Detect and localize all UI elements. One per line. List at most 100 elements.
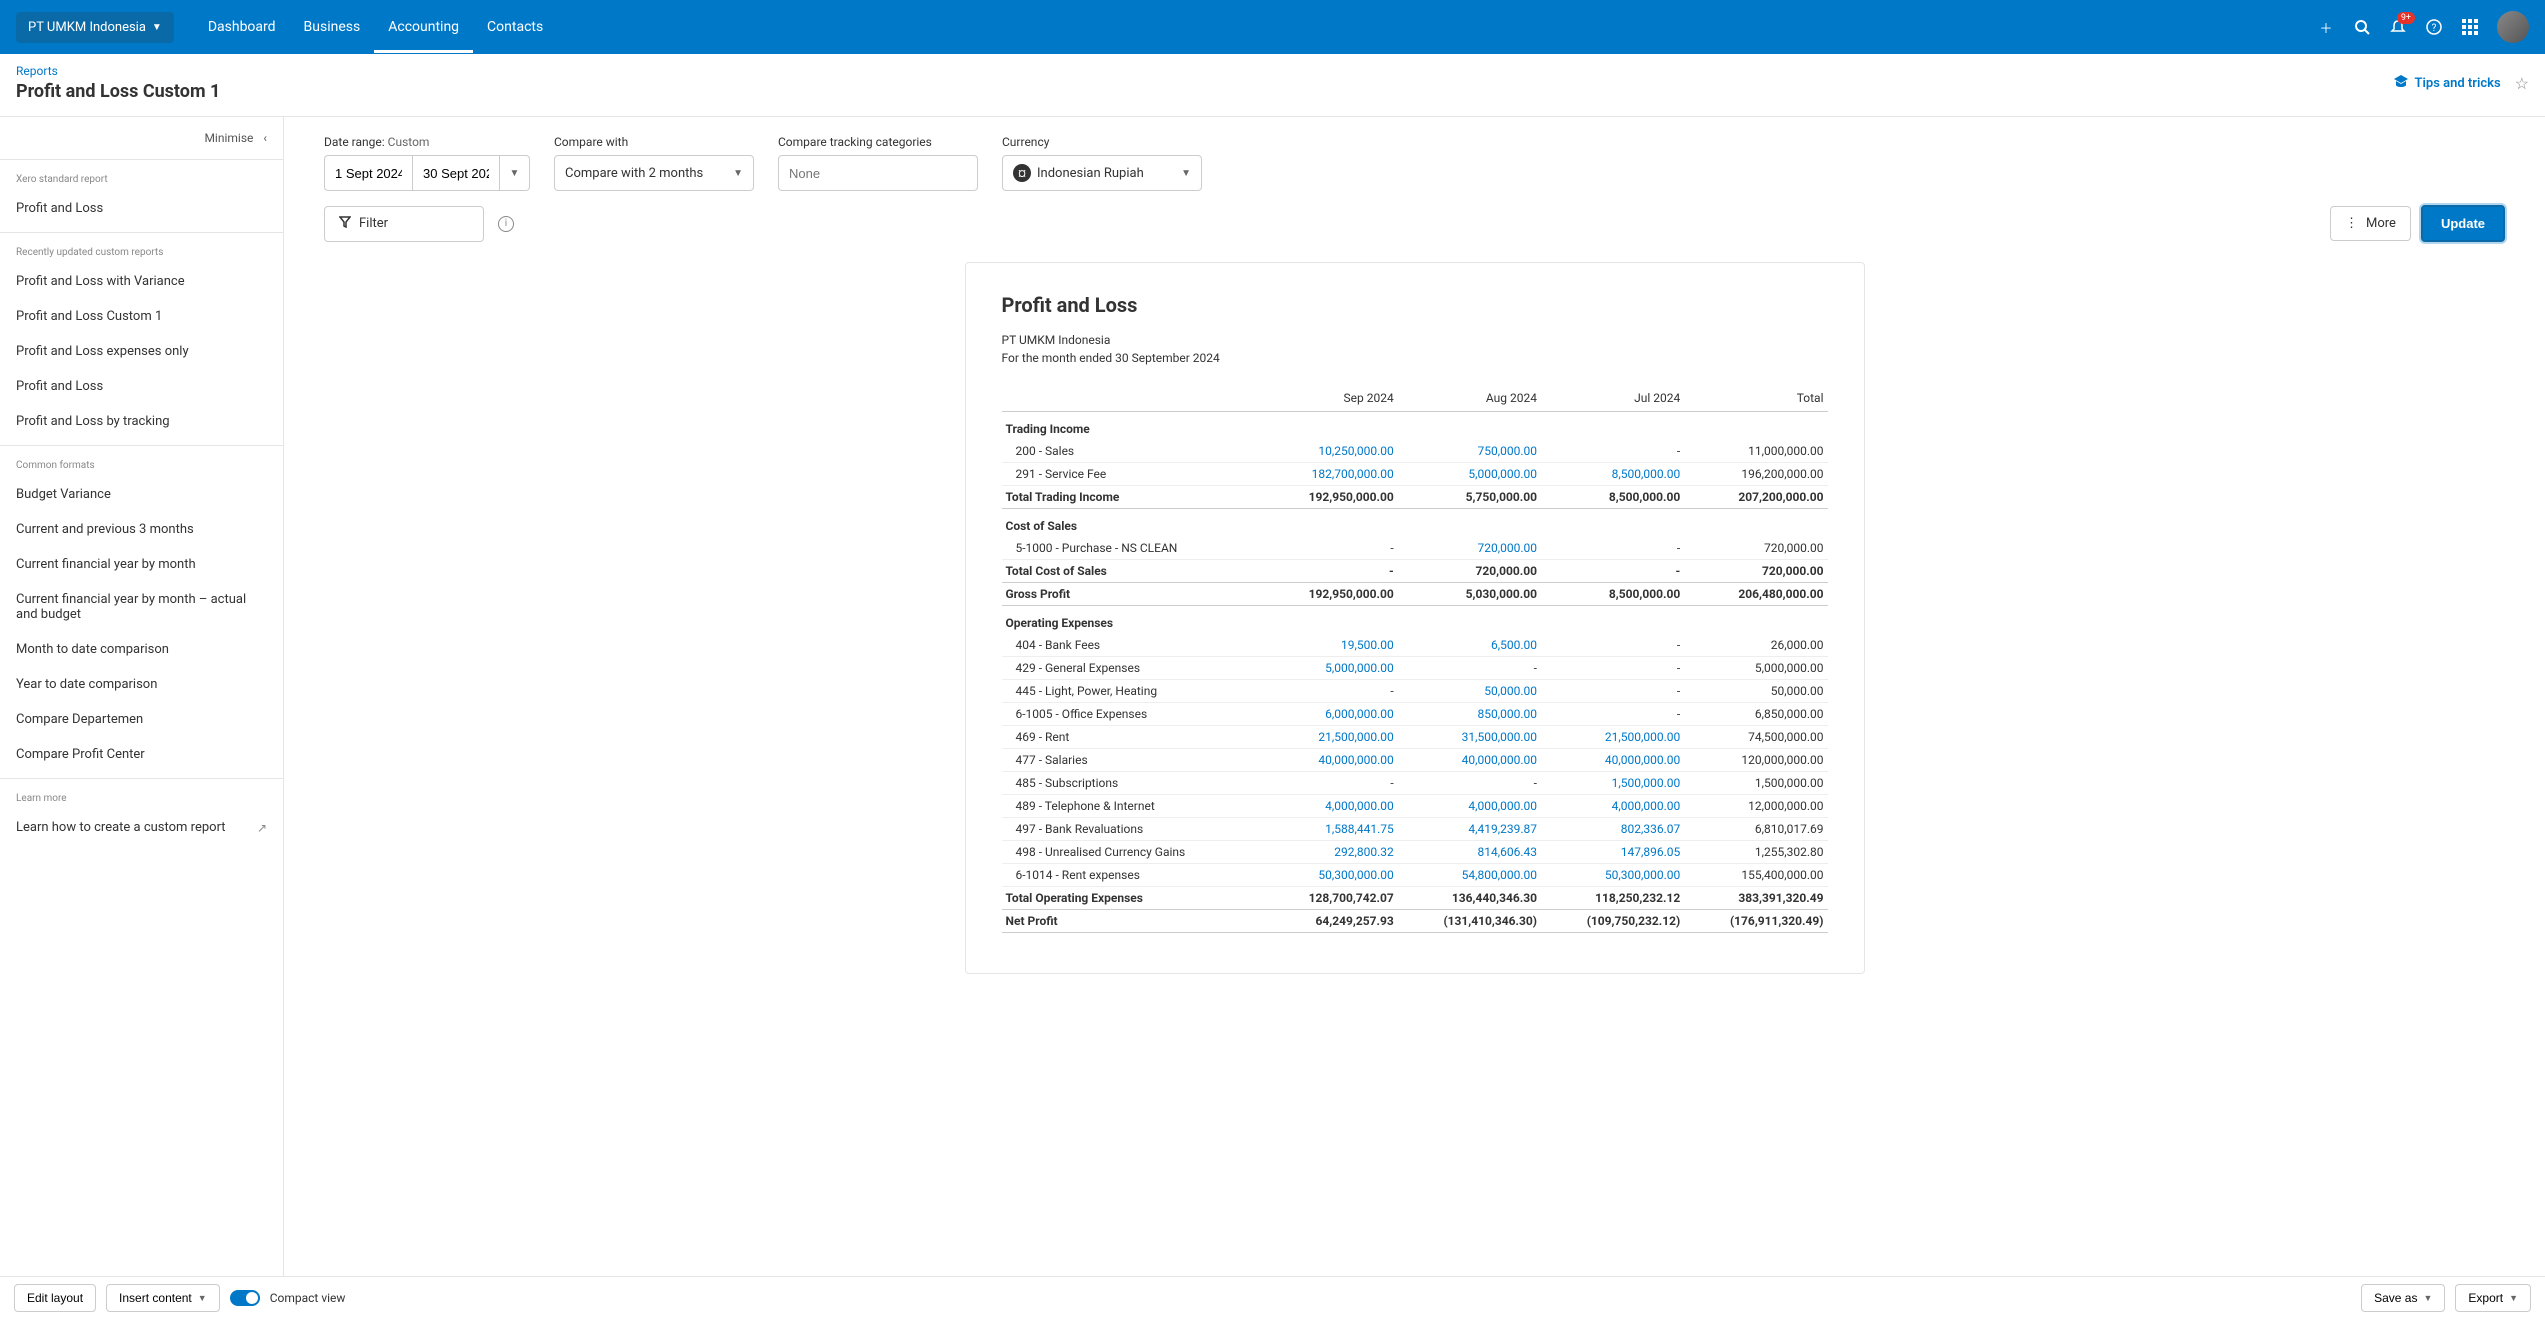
total-row: Gross Profit192,950,000.005,030,000.008,… xyxy=(1002,583,1828,606)
compact-view-toggle[interactable] xyxy=(230,1290,260,1306)
date-start-input[interactable] xyxy=(324,155,412,191)
tracking-input[interactable] xyxy=(789,166,967,181)
sidebar-item[interactable]: Current financial year by month – actual… xyxy=(0,582,283,632)
tracking-select[interactable] xyxy=(778,155,978,191)
amount-link[interactable]: 50,000.00 xyxy=(1398,680,1541,703)
more-button[interactable]: ⋮ More xyxy=(2330,206,2411,241)
help-icon[interactable]: ? xyxy=(2425,18,2443,36)
amount-link[interactable]: 6,000,000.00 xyxy=(1266,703,1397,726)
sidebar-item[interactable]: Year to date comparison xyxy=(0,667,283,702)
date-range-dropdown[interactable]: ▼ xyxy=(500,155,530,191)
amount-link[interactable]: 4,419,239.87 xyxy=(1398,818,1541,841)
apps-icon[interactable] xyxy=(2461,18,2479,36)
sidebar-item[interactable]: Profit and Loss xyxy=(0,191,283,226)
sidebar-item[interactable]: Profit and Loss with Variance xyxy=(0,264,283,299)
minimise-button[interactable]: Minimise xyxy=(204,131,253,145)
amount-link[interactable]: 802,336.07 xyxy=(1541,818,1684,841)
total-cell: 5,750,000.00 xyxy=(1398,486,1541,509)
amount-link[interactable]: 10,250,000.00 xyxy=(1266,440,1397,463)
amount-link[interactable]: 850,000.00 xyxy=(1398,703,1541,726)
total-cell: 128,700,742.07 xyxy=(1266,887,1397,910)
sidebar-item[interactable]: Learn how to create a custom report↗ xyxy=(0,810,283,845)
sidebar-item[interactable]: Compare Profit Center xyxy=(0,737,283,772)
org-switcher[interactable]: PT UMKM Indonesia ▼ xyxy=(16,12,174,43)
amount-link[interactable]: 40,000,000.00 xyxy=(1398,749,1541,772)
amount-link[interactable]: 5,000,000.00 xyxy=(1398,463,1541,486)
filter-button[interactable]: Filter xyxy=(324,206,484,242)
topnav-item-contacts[interactable]: Contacts xyxy=(473,1,557,53)
plus-icon[interactable]: ＋ xyxy=(2317,18,2335,36)
sidebar-item[interactable]: Compare Departemen xyxy=(0,702,283,737)
tips-label: Tips and tricks xyxy=(2415,76,2501,91)
breadcrumb-reports[interactable]: Reports xyxy=(16,64,58,78)
total-label: Total Cost of Sales xyxy=(1002,560,1267,583)
insert-content-button[interactable]: Insert content ▼ xyxy=(106,1284,220,1312)
sidebar-item[interactable]: Current and previous 3 months xyxy=(0,512,283,547)
org-name: PT UMKM Indonesia xyxy=(28,20,146,35)
amount-link[interactable]: 40,000,000.00 xyxy=(1266,749,1397,772)
table-row: 6-1005 - Office Expenses6,000,000.00850,… xyxy=(1002,703,1828,726)
edit-layout-button[interactable]: Edit layout xyxy=(14,1284,96,1312)
amount-link[interactable]: 31,500,000.00 xyxy=(1398,726,1541,749)
table-row: 445 - Light, Power, Heating-50,000.00-50… xyxy=(1002,680,1828,703)
sidebar-item[interactable]: Current financial year by month xyxy=(0,547,283,582)
sidebar-item[interactable]: Profit and Loss by tracking xyxy=(0,404,283,439)
total-cell: 720,000.00 xyxy=(1684,560,1827,583)
amount-link[interactable]: 4,000,000.00 xyxy=(1398,795,1541,818)
amount-link[interactable]: 750,000.00 xyxy=(1398,440,1541,463)
amount-link[interactable]: 40,000,000.00 xyxy=(1541,749,1684,772)
info-icon[interactable]: i xyxy=(498,216,514,232)
date-end-input[interactable] xyxy=(412,155,500,191)
amount-link[interactable]: 182,700,000.00 xyxy=(1266,463,1397,486)
amount-link[interactable]: 720,000.00 xyxy=(1398,537,1541,560)
amount-link[interactable]: 1,588,441.75 xyxy=(1266,818,1397,841)
amount-link[interactable]: 21,500,000.00 xyxy=(1266,726,1397,749)
table-column-header: Total xyxy=(1684,385,1827,412)
amount-link[interactable]: 8,500,000.00 xyxy=(1541,463,1684,486)
topnav-item-accounting[interactable]: Accounting xyxy=(374,1,473,53)
amount-link[interactable]: 50,300,000.00 xyxy=(1266,864,1397,887)
amount-link[interactable]: 54,800,000.00 xyxy=(1398,864,1541,887)
export-button[interactable]: Export ▼ xyxy=(2455,1284,2531,1312)
total-cell: (176,911,320.49) xyxy=(1684,910,1827,933)
amount-link[interactable]: 814,606.43 xyxy=(1398,841,1541,864)
external-link-icon: ↗ xyxy=(257,821,267,835)
sidebar-item[interactable]: Budget Variance xyxy=(0,477,283,512)
table-column-header: Jul 2024 xyxy=(1541,385,1684,412)
amount-cell: 6,810,017.69 xyxy=(1684,818,1827,841)
sidebar-item[interactable]: Month to date comparison xyxy=(0,632,283,667)
sidebar-item[interactable]: Profit and Loss expenses only xyxy=(0,334,283,369)
search-icon[interactable] xyxy=(2353,18,2371,36)
amount-link[interactable]: 1,500,000.00 xyxy=(1541,772,1684,795)
amount-cell: - xyxy=(1266,680,1397,703)
amount-link[interactable]: 19,500.00 xyxy=(1266,634,1397,657)
amount-link[interactable]: 50,300,000.00 xyxy=(1541,864,1684,887)
total-cell: 207,200,000.00 xyxy=(1684,486,1827,509)
amount-link[interactable]: 4,000,000.00 xyxy=(1541,795,1684,818)
chevron-left-icon[interactable]: ‹ xyxy=(263,131,267,145)
sidebar-item[interactable]: Profit and Loss xyxy=(0,369,283,404)
amount-link[interactable]: 4,000,000.00 xyxy=(1266,795,1397,818)
currency-select[interactable]: ¤ Indonesian Rupiah ▼ xyxy=(1002,155,1202,191)
save-as-button[interactable]: Save as ▼ xyxy=(2361,1284,2445,1312)
update-button[interactable]: Update xyxy=(2421,205,2505,242)
star-icon[interactable]: ☆ xyxy=(2515,74,2529,93)
avatar[interactable] xyxy=(2497,11,2529,43)
currency-icon: ¤ xyxy=(1013,164,1031,182)
chevron-down-icon: ▼ xyxy=(2509,1293,2518,1303)
topnav-item-business[interactable]: Business xyxy=(290,1,375,53)
amount-link[interactable]: 6,500.00 xyxy=(1398,634,1541,657)
sidebar-item[interactable]: Profit and Loss Custom 1 xyxy=(0,299,283,334)
amount-link[interactable]: 5,000,000.00 xyxy=(1266,657,1397,680)
amount-cell: - xyxy=(1398,657,1541,680)
amount-link[interactable]: 147,896.05 xyxy=(1541,841,1684,864)
amount-link[interactable]: 292,800.32 xyxy=(1266,841,1397,864)
tips-and-tricks-button[interactable]: Tips and tricks xyxy=(2393,73,2501,93)
compare-with-select[interactable]: Compare with 2 months ▼ xyxy=(554,155,754,191)
amount-link[interactable]: 21,500,000.00 xyxy=(1541,726,1684,749)
amount-cell: 5,000,000.00 xyxy=(1684,657,1827,680)
notifications-icon[interactable]: 9+ xyxy=(2389,18,2407,36)
account-label: 485 - Subscriptions xyxy=(1002,772,1267,795)
chevron-down-icon: ▼ xyxy=(733,168,743,179)
topnav-item-dashboard[interactable]: Dashboard xyxy=(194,1,290,53)
